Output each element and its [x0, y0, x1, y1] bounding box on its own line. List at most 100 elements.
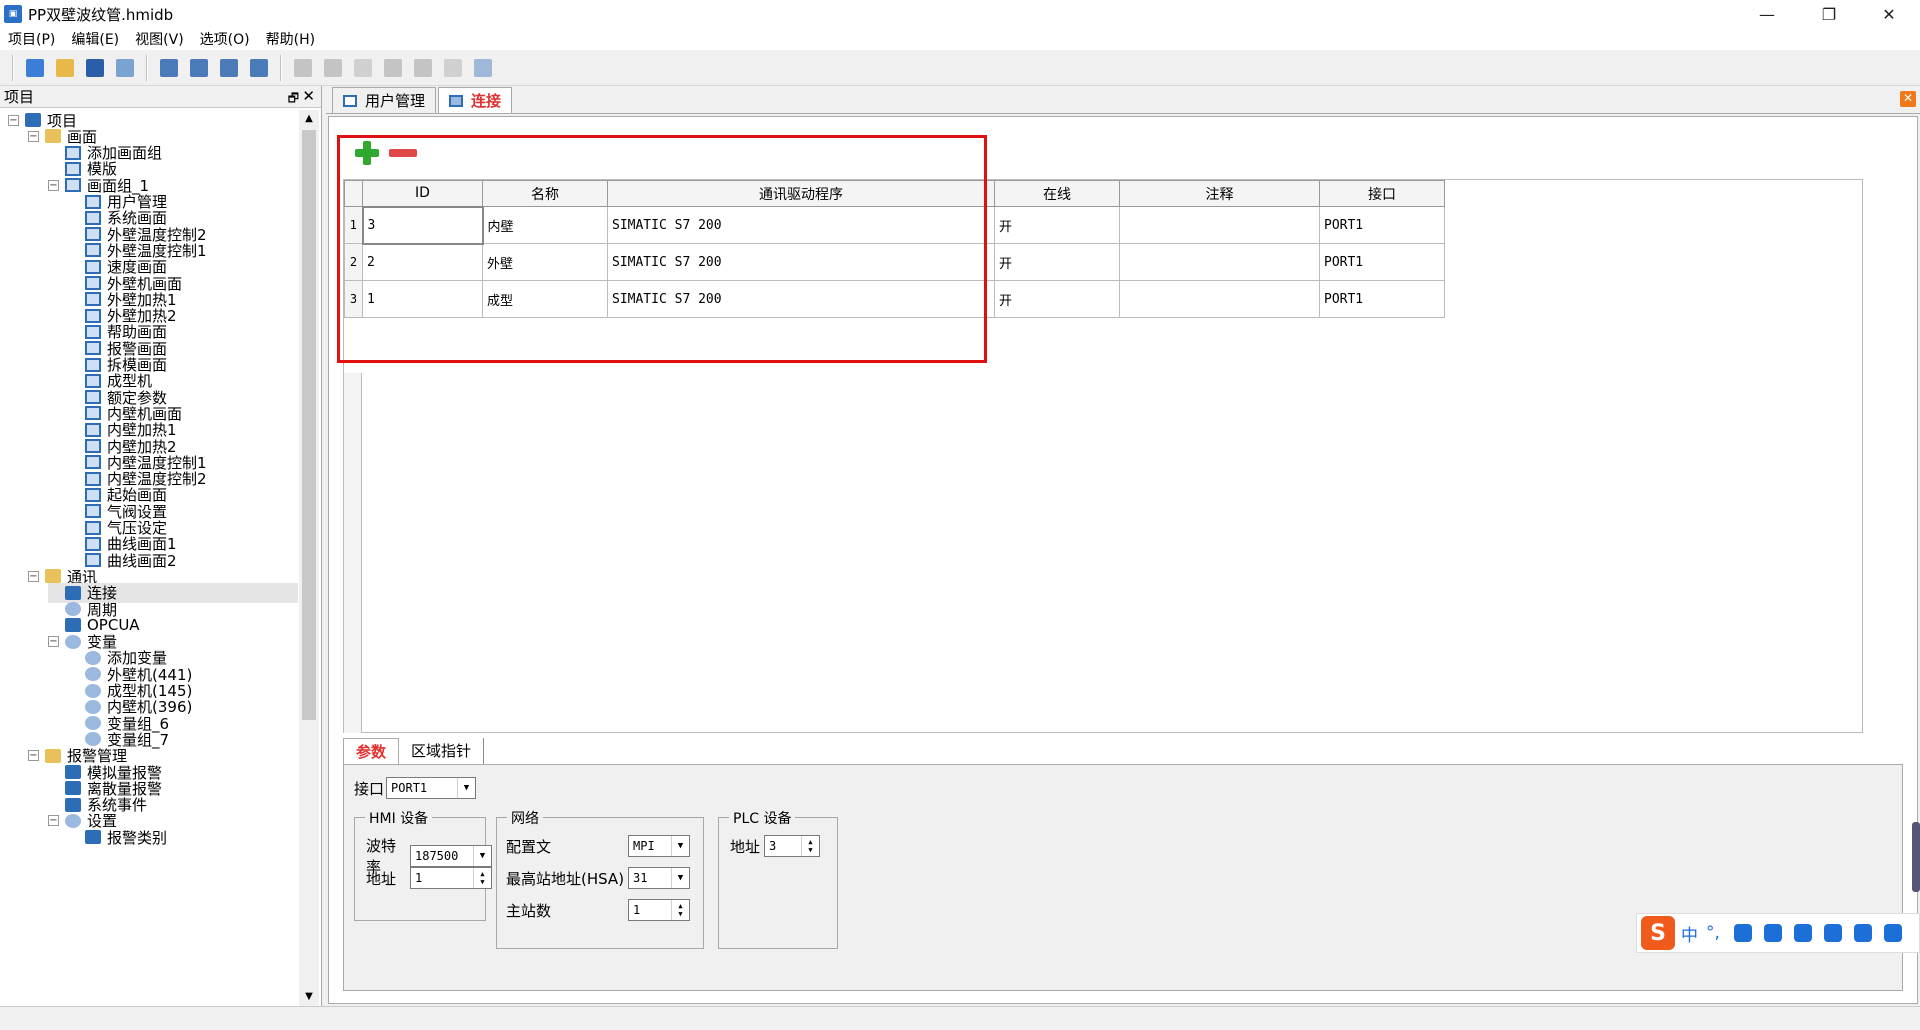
simulate-button[interactable] [186, 55, 212, 81]
scroll-down-icon[interactable]: ▼ [299, 988, 319, 1006]
add-row-button[interactable] [353, 139, 381, 167]
column-header-online[interactable]: 在线 [994, 180, 1120, 207]
find-button[interactable] [470, 55, 496, 81]
table-row[interactable]: 1 3 内壁 SIMATIC S7 200 开 PORT1 [344, 205, 1445, 245]
variable-icon [85, 650, 101, 665]
keyboard-icon[interactable] [1793, 924, 1812, 942]
collapse-toggle-icon[interactable]: − [28, 130, 39, 142]
baud-select[interactable]: 187500 ▼ [410, 845, 492, 867]
collapse-toggle-icon[interactable]: − [48, 179, 59, 191]
cell-port[interactable]: PORT1 [1319, 206, 1445, 244]
cell-comment[interactable] [1119, 206, 1320, 244]
ime-language[interactable]: 中 [1681, 921, 1698, 946]
cell-id[interactable]: 2 [362, 243, 483, 281]
menu-edit[interactable]: 编辑(E) [63, 29, 127, 49]
cell-port[interactable]: PORT1 [1319, 280, 1445, 318]
edge-handle[interactable] [1912, 822, 1920, 892]
menu-project[interactable]: 项目(P) [0, 29, 63, 49]
cell-driver[interactable]: SIMATIC S7 200 [607, 280, 995, 318]
collapse-toggle-icon[interactable]: − [8, 114, 19, 126]
upload-button[interactable] [246, 55, 272, 81]
collapse-toggle-icon[interactable]: − [48, 636, 59, 648]
menu-options[interactable]: 选项(O) [192, 29, 258, 49]
cell-online[interactable]: 开 [994, 243, 1120, 281]
tab-user-management[interactable]: 用户管理 [332, 87, 437, 113]
skin-icon[interactable] [1823, 924, 1842, 942]
tab-parameters[interactable]: 参数 [343, 737, 400, 764]
delete-button[interactable] [440, 55, 466, 81]
download-button[interactable] [216, 55, 242, 81]
close-tab-button[interactable]: ✕ [1900, 91, 1916, 107]
plc-address-stepper[interactable]: 3 ▲ ▼ [764, 835, 820, 857]
cell-comment[interactable] [1119, 243, 1320, 281]
cell-name[interactable]: 内壁 [482, 206, 608, 244]
menu-view[interactable]: 视图(V) [127, 29, 192, 49]
cell-id[interactable]: 1 [362, 280, 483, 318]
cell-driver[interactable]: SIMATIC S7 200 [607, 243, 995, 281]
shirt-icon[interactable] [1853, 924, 1872, 942]
column-header-driver[interactable]: 通讯驱动程序 [607, 180, 995, 207]
collapse-toggle-icon[interactable]: − [28, 570, 39, 582]
profile-select[interactable]: MPI ▼ [628, 835, 690, 857]
variable-icon [85, 683, 101, 698]
tree-item[interactable]: 报警类别 [68, 827, 298, 847]
cell-port[interactable]: PORT1 [1319, 243, 1445, 281]
close-window-button[interactable]: ✕ [1866, 0, 1912, 28]
scroll-up-icon[interactable]: ▲ [299, 110, 319, 128]
cell-driver[interactable]: SIMATIC S7 200 [607, 206, 995, 244]
toolbar-separator [146, 54, 148, 81]
cell-name[interactable]: 外壁 [482, 243, 608, 281]
restore-button[interactable]: ❐ [1806, 0, 1852, 28]
table-row[interactable]: 2 2 外壁 SIMATIC S7 200 开 PORT1 [344, 243, 1445, 281]
print-button[interactable] [112, 55, 138, 81]
redo-button[interactable] [320, 55, 346, 81]
emoji-icon[interactable] [1733, 924, 1752, 942]
column-header-name[interactable]: 名称 [482, 180, 608, 207]
table-header-row: ID 名称 通讯驱动程序 在线 注释 接口 [344, 180, 1445, 207]
cell-online[interactable]: 开 [994, 280, 1120, 318]
menu-help[interactable]: 帮助(H) [258, 29, 323, 49]
open-file-button[interactable] [52, 55, 78, 81]
paste-button[interactable] [410, 55, 436, 81]
stepper-arrows-icon[interactable]: ▲ ▼ [671, 900, 689, 920]
column-header-port[interactable]: 接口 [1319, 180, 1445, 207]
minimize-button[interactable]: — [1744, 0, 1790, 28]
cell-id[interactable]: 3 [361, 205, 484, 245]
new-file-icon [26, 58, 44, 77]
network-legend: 网络 [507, 808, 543, 828]
column-header-comment[interactable]: 注释 [1119, 180, 1320, 207]
microphone-icon[interactable] [1763, 924, 1782, 942]
close-icon[interactable]: ✕ [302, 87, 315, 105]
remove-row-button[interactable] [389, 149, 417, 157]
tab-area-pointer[interactable]: 区域指针 [399, 737, 485, 764]
save-button[interactable] [82, 55, 108, 81]
collapse-toggle-icon[interactable]: − [28, 750, 39, 762]
scroll-thumb[interactable] [302, 130, 316, 720]
pin-icon[interactable]: 🗗 [288, 89, 299, 110]
hsa-select[interactable]: 31 ▼ [628, 867, 690, 889]
undo-button[interactable] [290, 55, 316, 81]
compile-button[interactable] [156, 55, 182, 81]
table-row[interactable]: 3 1 成型 SIMATIC S7 200 开 PORT1 [344, 280, 1445, 318]
stepper-arrows-icon[interactable]: ▲ ▼ [473, 868, 491, 888]
column-header-id[interactable]: ID [362, 180, 483, 207]
cell-online[interactable]: 开 [994, 206, 1120, 244]
collapse-toggle-icon[interactable]: − [48, 815, 59, 827]
ime-punctuation[interactable]: °, [1706, 923, 1720, 943]
new-file-button[interactable] [22, 55, 48, 81]
stepper-arrows-icon[interactable]: ▲ ▼ [801, 836, 819, 856]
hmi-address-stepper[interactable]: 1 ▲ ▼ [410, 867, 492, 889]
row-number: 2 [344, 243, 363, 281]
cell-name[interactable]: 成型 [482, 280, 608, 318]
grid-icon[interactable] [1883, 924, 1902, 942]
tab-connection[interactable]: 连接 [438, 87, 513, 113]
tree-scrollbar[interactable]: ▲ ▼ [299, 110, 319, 1006]
cell-comment[interactable] [1119, 280, 1320, 318]
port-select[interactable]: PORT1 ▼ [386, 777, 477, 799]
master-stepper[interactable]: 1 ▲ ▼ [628, 899, 690, 921]
ime-toolbar[interactable]: S 中 °, [1636, 913, 1920, 953]
copy-button[interactable] [380, 55, 406, 81]
cut-button[interactable] [350, 55, 376, 81]
project-panel-title: 项目 [4, 88, 35, 106]
chevron-down-icon: ▼ [671, 836, 689, 856]
